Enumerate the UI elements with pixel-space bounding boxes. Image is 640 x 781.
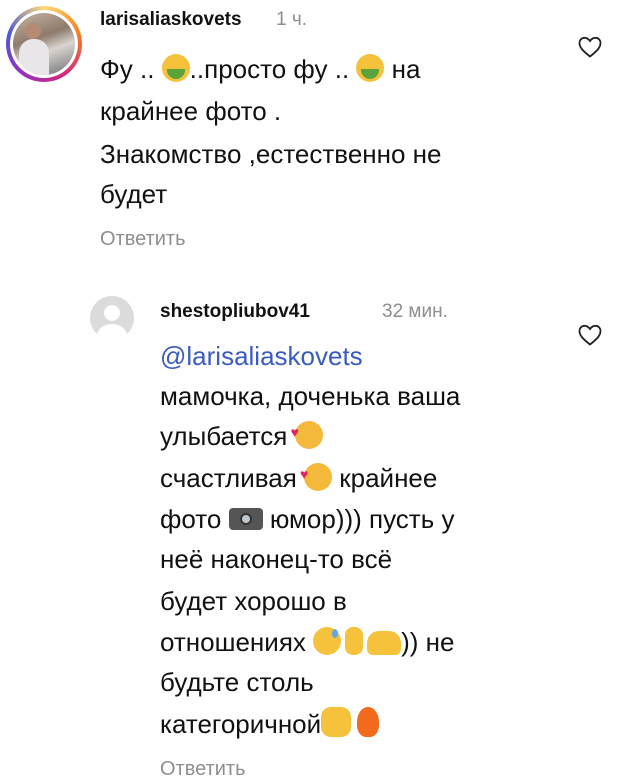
nauseated-face-icon	[356, 54, 385, 82]
smiling-face-with-hearts-icon	[291, 415, 323, 449]
comment-text-line: будьте столь	[160, 667, 314, 697]
reply-button[interactable]: Ответить	[160, 758, 246, 781]
fire-icon	[357, 707, 380, 737]
default-avatar-icon	[96, 305, 128, 340]
crossed-fingers-icon	[345, 627, 364, 655]
comment-text-line: будет	[100, 179, 168, 209]
comment-username[interactable]: shestopliubov41	[160, 301, 310, 323]
avatar-photo	[13, 13, 75, 75]
comment-text-line: счастливая крайнее	[160, 457, 437, 495]
comment-text-line: мамочка, доченька ваша	[160, 381, 461, 411]
camera-icon	[228, 508, 263, 530]
comment-text-line: Знакомство ,естественно не	[100, 139, 442, 169]
user-avatar[interactable]	[90, 296, 134, 340]
heart-outline-icon[interactable]	[578, 324, 602, 346]
comment-text-line: будет хорошо в	[160, 586, 347, 616]
user-avatar[interactable]	[6, 6, 82, 82]
comment-text-line: отношениях )) не	[160, 627, 455, 657]
reply-button[interactable]: Ответить	[100, 228, 186, 251]
clapping-hands-icon	[321, 707, 352, 737]
comment: larisaliaskovets 1 ч. Фу .. ..просто фу …	[0, 0, 640, 265]
nauseated-face-icon	[161, 54, 190, 82]
comment-text-line: неё наконец-то всё	[160, 544, 393, 574]
comment-time: 32 мин.	[382, 301, 448, 322]
mention-link[interactable]: @larisaliaskovets	[160, 339, 363, 373]
comment-text-line: улыбается	[160, 415, 323, 453]
smiling-face-with-hearts-icon	[300, 457, 333, 491]
comment-text-line: крайнее фото .	[100, 96, 282, 126]
comment-text-line: фото юмор))) пусть у	[160, 504, 455, 534]
comment-time: 1 ч.	[276, 9, 308, 30]
grinning-sweat-face-icon	[313, 627, 342, 655]
comment-text-line: категоричной	[160, 707, 380, 741]
comment-username[interactable]: larisaliaskovets	[100, 9, 242, 31]
heart-hands-icon	[367, 631, 402, 655]
heart-outline-icon[interactable]	[578, 36, 602, 58]
comment-reply: shestopliubov41 32 мин. @larisaliaskovet…	[0, 280, 640, 781]
comment-text-line: Фу .. ..просто фу .. на	[100, 54, 421, 84]
